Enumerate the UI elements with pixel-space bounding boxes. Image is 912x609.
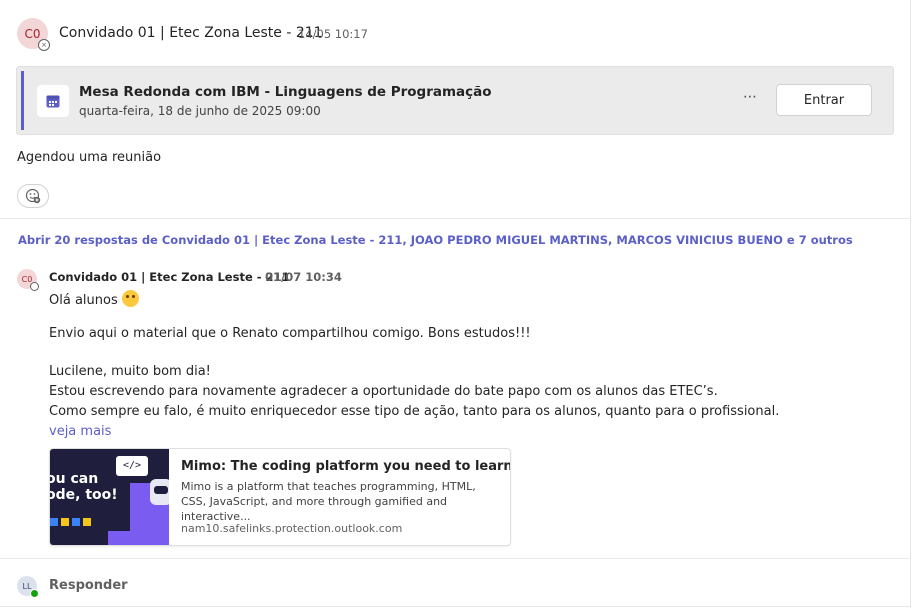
reply-author[interactable]: Convidado 01 | Etec Zona Leste - 211 [49, 270, 290, 284]
avatar[interactable]: C0 × [17, 18, 50, 51]
open-replies-link[interactable]: Abrir 20 respostas de Convidado 01 | Ete… [18, 233, 853, 247]
divider [0, 218, 910, 219]
robot-mascot-icon [150, 479, 169, 505]
post-body: Agendou uma reunião [17, 150, 162, 165]
more-options-icon[interactable]: ⋯ [743, 89, 758, 105]
link-preview-url: nam10.safelinks.protection.outlook.com [181, 522, 403, 535]
post-author[interactable]: Convidado 01 | Etec Zona Leste - 211 [59, 25, 323, 41]
calendar-icon [37, 85, 69, 117]
message-line: Estou escrevendo para novamente agradece… [49, 384, 718, 399]
guest-status-icon [30, 282, 39, 291]
thumbnail-shape [108, 531, 130, 545]
message-line: Envio aqui o material que o Renato compa… [49, 326, 531, 341]
avatar-initials: LL [22, 581, 32, 591]
reply-avatar[interactable]: C0 [17, 269, 39, 291]
conversation-card: C0 × Convidado 01 | Etec Zona Leste - 21… [0, 0, 911, 607]
see-more-link[interactable]: veja mais [49, 424, 111, 439]
meeting-title[interactable]: Mesa Redonda com IBM - Linguagens de Pro… [79, 84, 492, 100]
emoji-add-icon [25, 188, 41, 204]
link-preview-title[interactable]: Mimo: The coding platform you need to le… [181, 459, 510, 474]
my-avatar: LL [17, 576, 39, 598]
message-line: Olá alunos [49, 290, 139, 308]
message-line: Lucilene, muito bom dia! [49, 364, 211, 379]
reply-button[interactable]: Responder [49, 578, 128, 593]
meeting-card[interactable]: Mesa Redonda com IBM - Linguagens de Pro… [16, 66, 894, 135]
message-text: Olá alunos [49, 293, 118, 308]
code-tag-icon: </> [116, 456, 148, 476]
link-preview-description: Mimo is a platform that teaches programm… [181, 480, 476, 523]
link-preview-thumbnail: ou can ode, too! </> [50, 449, 169, 545]
post-timestamp: 14/05 10:17 [298, 27, 368, 41]
thumbnail-text: ou can ode, too! [50, 471, 118, 503]
add-reaction-button[interactable] [17, 184, 49, 208]
guest-status-icon: × [38, 39, 50, 51]
online-status-icon [30, 589, 39, 598]
smiling-emoji-icon [121, 290, 139, 307]
divider [0, 558, 910, 559]
avatar-initials: C0 [24, 26, 41, 41]
meeting-datetime: quarta-feira, 18 de junho de 2025 09:00 [79, 104, 321, 118]
language-icons [50, 511, 102, 526]
message-line: Como sempre eu falo, é muito enriquecedo… [49, 404, 780, 419]
join-button[interactable]: Entrar [776, 84, 872, 116]
meeting-accent-bar [21, 71, 24, 130]
reply-timestamp: 01/07 10:34 [265, 270, 342, 284]
link-preview-card[interactable]: ou can ode, too! </> Mimo: The coding pl… [49, 448, 511, 546]
